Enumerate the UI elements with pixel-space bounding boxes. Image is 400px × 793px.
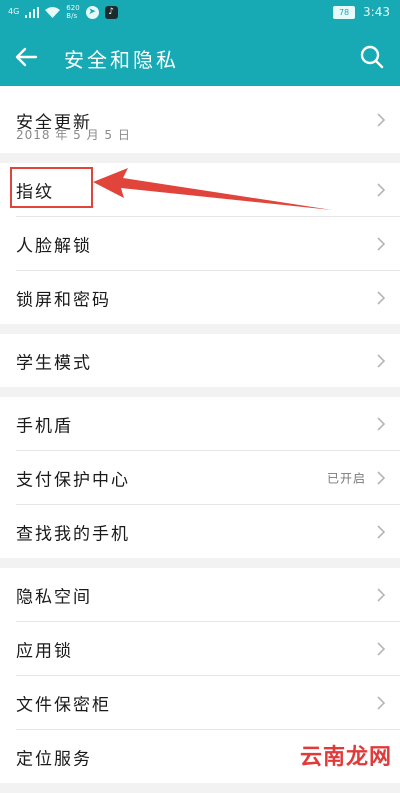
setting-row-file-safe[interactable]: 文件保密柜	[16, 676, 400, 730]
annotation-arrow-icon	[93, 168, 332, 210]
setting-row-student-mode[interactable]: 学生模式	[16, 334, 400, 387]
setting-label: 定位服务	[16, 749, 92, 769]
setting-row-face-unlock[interactable]: 人脸解锁	[16, 217, 400, 271]
chevron-right-icon	[377, 641, 386, 656]
chevron-right-icon	[377, 182, 386, 197]
chevron-right-icon	[377, 353, 386, 368]
setting-label: 应用锁	[16, 641, 73, 661]
chevron-right-icon	[377, 470, 386, 485]
setting-label: 查找我的手机	[16, 524, 130, 544]
chevron-right-icon	[377, 695, 386, 710]
status-bar: 4G 620 B/s ➤ ♪ 78 3:43	[0, 0, 400, 28]
annotation-highlight-box	[10, 167, 93, 208]
settings-group-security-update: 安全更新 2018 年 5 月 5 日	[0, 86, 400, 153]
setting-row-payment-protection[interactable]: 支付保护中心 已开启	[16, 451, 400, 505]
tiktok-icon: ♪	[104, 5, 118, 19]
setting-row-private-space[interactable]: 隐私空间	[16, 568, 400, 622]
back-arrow-icon[interactable]	[10, 41, 42, 73]
status-time: 3:43	[363, 5, 390, 19]
settings-group-protection: 手机盾 支付保护中心 已开启 查找我的手机	[0, 397, 400, 558]
setting-label: 手机盾	[16, 416, 73, 436]
chevron-right-icon	[377, 524, 386, 539]
battery-icon: 78	[333, 5, 356, 19]
chevron-right-icon	[377, 236, 386, 251]
setting-row-lockscreen-password[interactable]: 锁屏和密码	[16, 271, 400, 324]
signal-icon	[25, 6, 40, 18]
setting-label: 文件保密柜	[16, 695, 111, 715]
network-speed: 620 B/s	[66, 4, 79, 20]
setting-subtitle: 2018 年 5 月 5 日	[16, 128, 131, 142]
setting-label: 支付保护中心	[16, 470, 130, 490]
page-title: 安全和隐私	[64, 48, 179, 72]
chevron-right-icon	[377, 290, 386, 305]
watermark-logo: 云南龙网	[299, 745, 392, 770]
network-type-label: 4G	[8, 7, 20, 16]
setting-label: 学生模式	[16, 353, 92, 373]
search-icon[interactable]	[356, 41, 388, 73]
setting-row-find-my-phone[interactable]: 查找我的手机	[16, 505, 400, 558]
chevron-right-icon	[377, 587, 386, 602]
wifi-icon	[45, 6, 61, 18]
setting-row-phone-shield[interactable]: 手机盾	[16, 397, 400, 451]
notification-app-icon: ➤	[85, 5, 99, 19]
network-speed-value: 620	[66, 4, 80, 12]
setting-row-security-update[interactable]: 安全更新 2018 年 5 月 5 日	[16, 86, 400, 153]
chevron-right-icon	[377, 416, 386, 431]
network-speed-unit: B/s	[66, 12, 78, 20]
chevron-right-icon	[377, 112, 386, 127]
setting-label: 锁屏和密码	[16, 290, 111, 310]
setting-status-value: 已开启	[326, 471, 366, 485]
settings-group-student: 学生模式	[0, 334, 400, 387]
app-bar: 安全和隐私	[0, 28, 400, 86]
setting-row-app-lock[interactable]: 应用锁	[16, 622, 400, 676]
setting-label: 隐私空间	[16, 587, 92, 607]
setting-label: 人脸解锁	[16, 236, 92, 256]
